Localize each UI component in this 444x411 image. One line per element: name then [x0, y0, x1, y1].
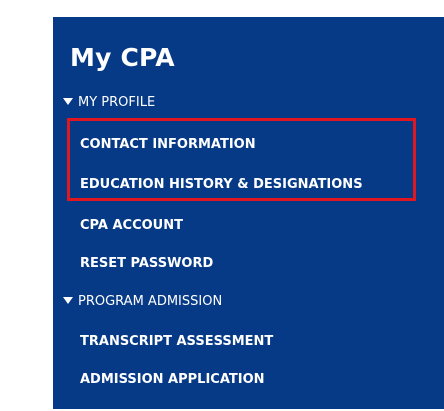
nav-item-cpa-account[interactable]: CPA ACCOUNT [80, 217, 183, 235]
nav-item-admission-application[interactable]: ADMISSION APPLICATION [80, 371, 265, 389]
nav-item-contact-information[interactable]: CONTACT INFORMATION [80, 136, 256, 154]
nav-item-reset-password[interactable]: RESET PASSWORD [80, 255, 213, 273]
nav-item-transcript-assessment[interactable]: TRANSCRIPT ASSESSMENT [80, 333, 273, 351]
caret-down-icon [63, 98, 73, 105]
section-header-label: PROGRAM ADMISSION [78, 294, 223, 309]
menu-title: My CPA [70, 43, 175, 72]
section-header-my-profile[interactable]: MY PROFILE [63, 94, 155, 112]
section-header-program-admission[interactable]: PROGRAM ADMISSION [63, 293, 222, 311]
nav-item-education-history-designations[interactable]: EDUCATION HISTORY & DESIGNATIONS [80, 176, 363, 194]
caret-down-icon [63, 297, 73, 304]
section-header-label: MY PROFILE [78, 95, 156, 110]
my-cpa-menu-panel: My CPA MY PROFILE CONTACT INFORMATION ED… [53, 17, 444, 409]
